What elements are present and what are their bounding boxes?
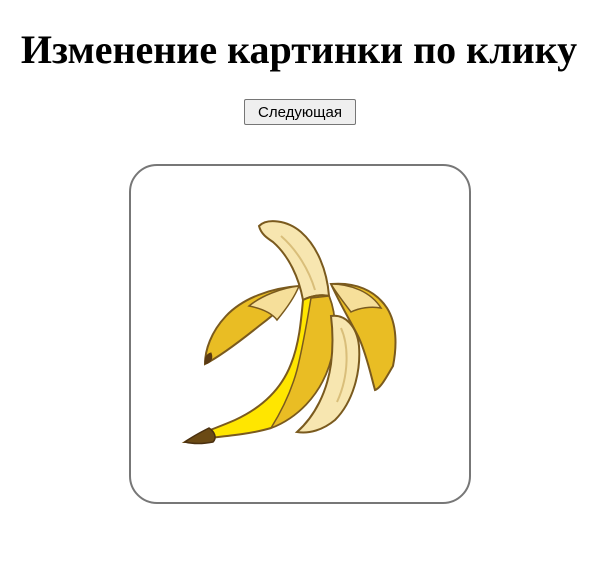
- page: Изменение картинки по клику Следующая: [0, 0, 598, 570]
- image-frame: [129, 164, 471, 504]
- next-button[interactable]: Следующая: [244, 99, 356, 125]
- peeled-banana-icon: [181, 220, 397, 445]
- page-title: Изменение картинки по клику: [20, 27, 578, 72]
